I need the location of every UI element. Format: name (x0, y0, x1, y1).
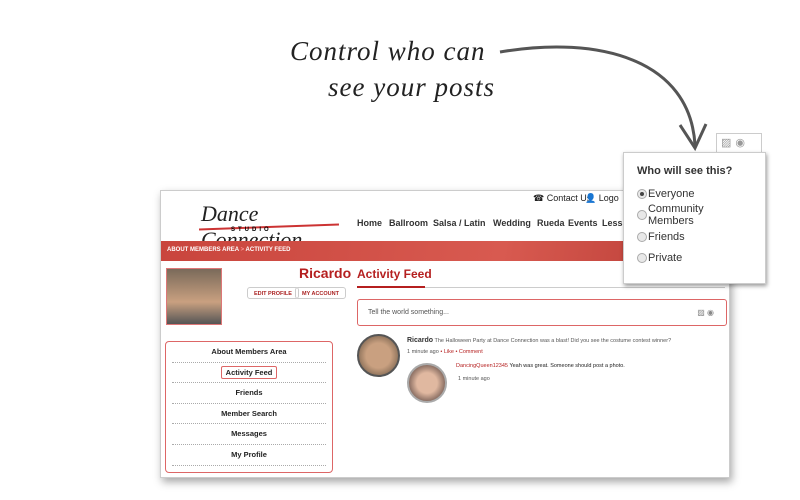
post-input[interactable]: Tell the world something... ▨ ◉ (357, 299, 727, 326)
eye-icon[interactable]: ◉ (735, 136, 745, 151)
like-link[interactable]: Like (444, 349, 454, 355)
post-author[interactable]: Ricardo (407, 337, 433, 344)
sidebar-item-activity[interactable]: Activity Feed (172, 363, 326, 384)
reply-text: Yeah was great. Someone should post a ph… (509, 363, 625, 369)
reply-time: 1 minute ago (458, 376, 490, 382)
privacy-popup: Who will see this? Everyone Community Me… (623, 152, 766, 284)
phone-icon: ☎ (533, 193, 545, 203)
logo[interactable]: Dance Connection STUDIO (165, 199, 340, 252)
nav-lessons[interactable]: Less (602, 218, 623, 228)
nav-ballroom[interactable]: Ballroom (389, 218, 428, 228)
post-text: The Halloween Party at Dance Connection … (434, 338, 672, 344)
nav-salsa[interactable]: Salsa / Latin (433, 218, 486, 228)
nav-wedding[interactable]: Wedding (493, 218, 531, 228)
comment-link[interactable]: Comment (459, 349, 483, 355)
profile-avatar (166, 268, 222, 325)
crumb-members[interactable]: ABOUT MEMBERS AREA (167, 247, 239, 253)
privacy-option-private[interactable]: Private (637, 248, 752, 270)
feed-title: Activity Feed (357, 267, 432, 281)
post-avatar (357, 334, 400, 377)
crumb-feed: ACTIVITY FEED (245, 247, 291, 253)
my-account-button[interactable]: MY ACCOUNT (295, 287, 346, 299)
nav-home[interactable]: Home (357, 218, 382, 228)
sidebar-item-messages[interactable]: Messages (172, 424, 326, 445)
profile-name: Ricardo (299, 265, 352, 281)
contact-link[interactable]: ☎ Contact Us (533, 193, 591, 204)
nav-rueda[interactable]: Rueda (537, 218, 565, 228)
sidebar-item-about[interactable]: About Members Area (172, 342, 326, 363)
nav-events[interactable]: Events (568, 218, 598, 228)
privacy-option-everyone[interactable]: Everyone (637, 183, 752, 205)
reply-avatar (407, 363, 447, 403)
edit-profile-button[interactable]: EDIT PROFILE (247, 287, 299, 299)
privacy-title: Who will see this? (637, 165, 733, 177)
logout-link[interactable]: 👤 Logo (585, 193, 619, 204)
user-icon: 👤 (585, 193, 597, 203)
sidebar-item-profile[interactable]: My Profile (172, 445, 326, 466)
privacy-option-community[interactable]: Community Members (637, 203, 752, 227)
sidebar-item-search[interactable]: Member Search (172, 404, 326, 425)
eye-icon[interactable]: ◉ (707, 308, 714, 317)
image-icon[interactable]: ▨ (721, 136, 731, 151)
sidebar-item-friends[interactable]: Friends (172, 383, 326, 404)
privacy-option-friends[interactable]: Friends (637, 226, 752, 248)
image-icon[interactable]: ▨ (697, 308, 705, 317)
reply-author[interactable]: DancingQueen12345 (456, 363, 508, 369)
sidebar: About Members Area Activity Feed Friends… (165, 341, 333, 473)
